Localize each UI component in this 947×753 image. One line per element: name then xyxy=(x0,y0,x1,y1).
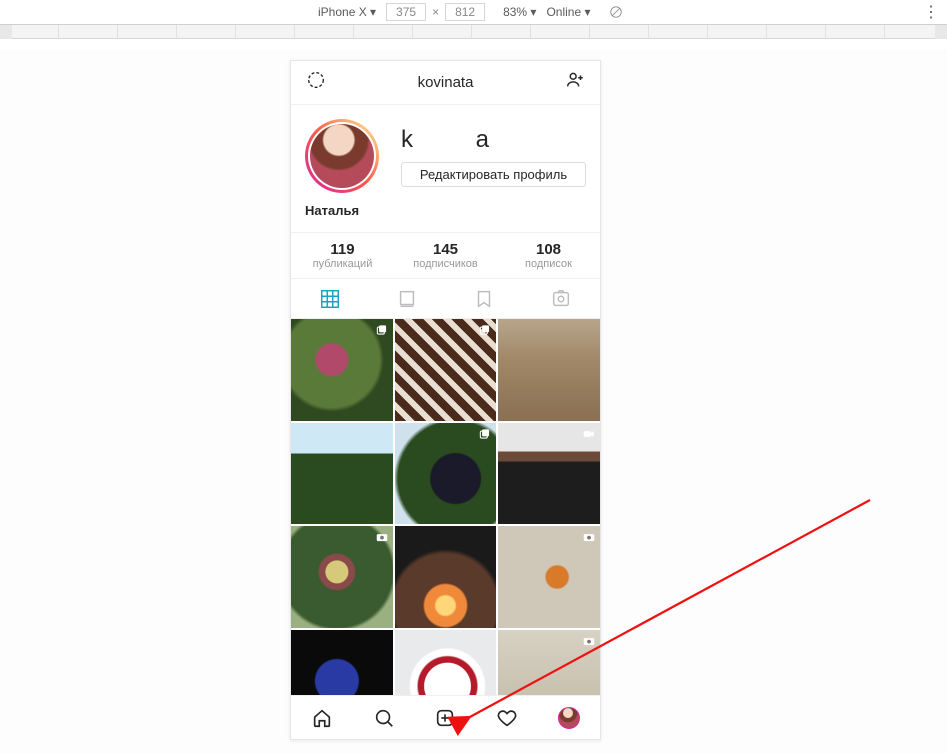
device-selector[interactable]: iPhone X ▾ xyxy=(318,5,376,19)
stat-following[interactable]: 108 подписок xyxy=(497,241,600,270)
stat-followers[interactable]: 145 подписчиков xyxy=(394,241,497,270)
viewport-width-input[interactable] xyxy=(386,3,426,21)
post-thumbnail[interactable] xyxy=(498,526,600,628)
devtools-menu-icon[interactable]: ⋮ xyxy=(923,2,939,22)
tab-feed[interactable] xyxy=(368,279,445,318)
post-thumbnail[interactable] xyxy=(498,630,600,695)
stat-posts-label: публикаций xyxy=(291,258,394,270)
grid-icon xyxy=(319,288,341,310)
camera-icon xyxy=(582,530,596,544)
stat-following-label: подписок xyxy=(497,258,600,270)
devtools-bar: iPhone X ▾ × 83% ▾ Online ▾ ⋮ xyxy=(0,0,947,25)
post-thumbnail[interactable] xyxy=(291,526,393,628)
saved-icon xyxy=(473,288,495,310)
tab-tagged[interactable] xyxy=(523,279,600,318)
post-thumbnail[interactable] xyxy=(291,319,393,421)
carousel-icon xyxy=(375,323,389,337)
post-thumbnail[interactable] xyxy=(291,423,393,525)
post-thumbnail[interactable] xyxy=(395,319,497,421)
edit-profile-button[interactable]: Редактировать профиль xyxy=(401,162,586,187)
zoom-selector[interactable]: 83% ▾ xyxy=(503,5,536,19)
camera-icon xyxy=(582,634,596,648)
post-thumbnail[interactable] xyxy=(498,423,600,525)
carousel-icon xyxy=(478,427,492,441)
throttle-selector[interactable]: Online ▾ xyxy=(546,5,590,19)
stat-followers-count: 145 xyxy=(394,241,497,258)
stat-following-count: 108 xyxy=(497,241,600,258)
profile-title: kovinata xyxy=(418,74,474,91)
stat-posts[interactable]: 119 публикаций xyxy=(291,241,394,270)
post-thumbnail[interactable] xyxy=(291,630,393,695)
nav-profile[interactable] xyxy=(538,696,600,739)
tagged-icon xyxy=(550,288,572,310)
dimension-separator: × xyxy=(432,5,439,19)
post-thumbnail[interactable] xyxy=(498,319,600,421)
heart-icon xyxy=(496,707,518,729)
search-icon xyxy=(373,707,395,729)
ruler xyxy=(0,25,947,39)
profile-avatar-icon xyxy=(558,707,580,729)
carousel-icon xyxy=(478,323,492,337)
post-thumbnail[interactable] xyxy=(395,423,497,525)
username-large: k a xyxy=(401,126,586,154)
view-tabs xyxy=(291,279,600,319)
avatar[interactable] xyxy=(305,119,379,193)
add-post-icon xyxy=(434,707,456,729)
post-thumbnail[interactable] xyxy=(395,526,497,628)
video-icon xyxy=(582,427,596,441)
profile-header: kovinata xyxy=(291,61,600,105)
nav-home[interactable] xyxy=(291,696,353,739)
discover-people-icon[interactable] xyxy=(564,69,586,96)
tab-saved[interactable] xyxy=(446,279,523,318)
device-frame: kovinata k a Редактировать профиль Натал… xyxy=(290,60,601,740)
stats-row: 119 публикаций 145 подписчиков 108 подпи… xyxy=(291,232,600,279)
home-icon xyxy=(311,707,333,729)
profile-info: k a Редактировать профиль xyxy=(291,105,600,199)
bottom-nav xyxy=(291,695,600,739)
tab-grid[interactable] xyxy=(291,279,368,318)
nav-search[interactable] xyxy=(353,696,415,739)
feed-icon xyxy=(396,288,418,310)
viewport-height-input[interactable] xyxy=(445,3,485,21)
nav-activity[interactable] xyxy=(476,696,538,739)
nav-add-post[interactable] xyxy=(415,696,477,739)
rotate-icon[interactable] xyxy=(609,5,623,19)
stat-posts-count: 119 xyxy=(291,241,394,258)
camera-icon xyxy=(375,530,389,544)
settings-icon[interactable] xyxy=(305,69,327,96)
stat-followers-label: подписчиков xyxy=(394,258,497,270)
post-thumbnail[interactable] xyxy=(395,630,497,695)
display-name: Наталья xyxy=(291,199,600,232)
post-grid xyxy=(291,319,600,695)
